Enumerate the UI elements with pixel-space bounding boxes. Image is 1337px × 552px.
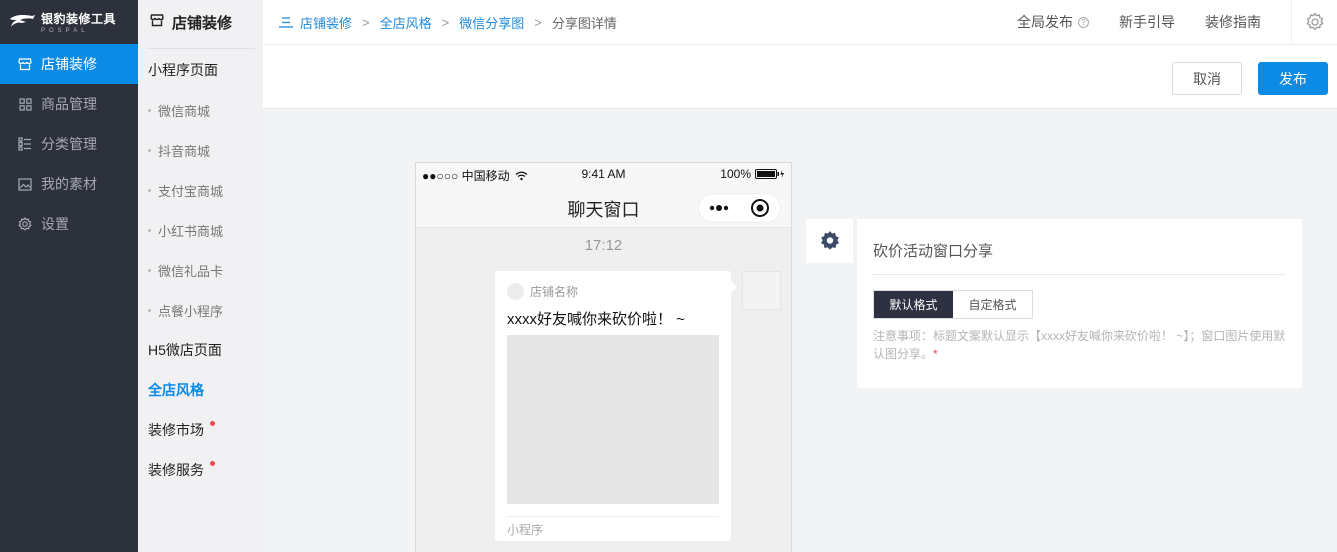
cancel-button[interactable]: 取消	[1172, 62, 1242, 95]
subnav-item-ordering-miniprogram[interactable]: 点餐小程序	[138, 290, 263, 330]
format-segmented-control: 默认格式 自定格式	[873, 290, 1033, 319]
gear-icon	[18, 217, 32, 231]
gear-icon	[1305, 12, 1325, 32]
phone-title-bar: 聊天窗口	[416, 185, 791, 228]
required-mark: *	[933, 347, 938, 361]
store-icon	[18, 57, 32, 71]
top-header: 店铺装修 > 全店风格 > 微信分享图 > 分享图详情 全局发布 ? 新手引导 …	[263, 0, 1337, 44]
component-settings-tab[interactable]	[806, 219, 853, 263]
grid-icon	[18, 97, 32, 111]
panel-note: 注意事项：标题文案默认显示【xxxx好友喊你来砍价啦！ ~】；窗口图片使用默认图…	[873, 329, 1286, 361]
subnav-group-h5[interactable]: H5微店页面	[138, 330, 263, 370]
phone-preview: ●●○○○ 中国移动 9:41 AM 100% 聊天窗口 17:12 店铺名称 …	[415, 162, 792, 552]
phone-status-bar: ●●○○○ 中国移动 9:41 AM 100%	[416, 163, 791, 185]
divider	[873, 274, 1286, 275]
publish-button[interactable]: 发布	[1258, 62, 1328, 95]
action-bar: 取消 发布	[263, 44, 1337, 109]
sub-sidebar: 店铺装修 小程序页面 微信商城 抖音商城 支付宝商城 小红书商城 微信礼品卡 点…	[138, 0, 263, 552]
nav-label: 我的素材	[41, 176, 97, 192]
gear-icon	[818, 229, 842, 253]
shop-avatar	[507, 283, 524, 300]
nav-item-store-decoration[interactable]: 店铺装修	[0, 44, 138, 84]
sender-avatar	[742, 271, 781, 310]
nav-label: 商品管理	[41, 96, 97, 112]
leopard-logo-icon	[10, 15, 35, 27]
sub-sidebar-title: 店铺装修	[138, 0, 263, 44]
battery-level: 100%	[720, 167, 751, 181]
brand-subtitle: POSPAL	[41, 28, 89, 34]
new-badge-dot	[210, 461, 215, 466]
nav-label: 店铺装修	[41, 56, 97, 72]
tab-default-format[interactable]: 默认格式	[874, 291, 953, 318]
nav-item-products[interactable]: 商品管理	[0, 84, 138, 124]
shop-name: 店铺名称	[530, 285, 579, 299]
list-icon	[18, 137, 32, 151]
miniprogram-capsule	[698, 193, 781, 223]
breadcrumb-current: 分享图详情	[551, 15, 617, 31]
nav-label: 设置	[41, 216, 69, 232]
nav-label: 分类管理	[41, 136, 97, 152]
tab-custom-format[interactable]: 自定格式	[953, 291, 1032, 318]
brand-title: 银豹装修工具	[41, 12, 117, 26]
subnav-item-xiaohongshu-mall[interactable]: 小红书商城	[138, 210, 263, 250]
panel-title: 砍价活动窗口分享	[873, 243, 994, 260]
breadcrumb-wechat-share[interactable]: 微信分享图	[459, 13, 524, 32]
settings-button[interactable]	[1291, 0, 1337, 44]
nav-item-settings[interactable]: 设置	[0, 204, 138, 244]
image-icon	[18, 177, 32, 191]
more-button[interactable]	[699, 194, 740, 222]
target-close-icon	[750, 199, 769, 217]
new-badge-dot	[210, 421, 215, 426]
subnav-group-service[interactable]: 装修服务	[138, 450, 263, 490]
menu-lines-icon	[279, 16, 293, 28]
battery-icon	[755, 169, 785, 179]
subnav-group-market[interactable]: 装修市场	[138, 410, 263, 450]
message-timestamp: 17:12	[584, 237, 623, 254]
share-card-image-placeholder	[507, 335, 719, 504]
share-settings-panel: 砍价活动窗口分享 默认格式 自定格式 注意事项：标题文案默认显示【xxxx好友喊…	[857, 219, 1302, 388]
breadcrumb-separator: >	[362, 14, 370, 30]
subnav-item-wechat-mall[interactable]: 微信商城	[138, 90, 263, 130]
close-miniprogram-button[interactable]	[740, 194, 781, 222]
breadcrumb-separator: >	[534, 14, 542, 30]
subnav-item-wechat-gift-card[interactable]: 微信礼品卡	[138, 250, 263, 290]
share-card-footer: 小程序	[507, 516, 719, 538]
subnav-group-miniprogram[interactable]: 小程序页面	[138, 49, 263, 90]
subnav-item-alipay-mall[interactable]: 支付宝商城	[138, 170, 263, 210]
subnav-group-store-style[interactable]: 全店风格	[138, 370, 263, 410]
main-sidebar: 银豹装修工具 POSPAL 店铺装修 商品管理 分类管理 我的素材 设置	[0, 0, 138, 552]
help-icon[interactable]: ?	[1078, 16, 1089, 28]
breadcrumb-store-style[interactable]: 全店风格	[380, 13, 432, 32]
nav-item-categories[interactable]: 分类管理	[0, 124, 138, 164]
publish-all-button[interactable]: 全局发布 ?	[1017, 12, 1089, 32]
manual-link[interactable]: 装修指南	[1205, 12, 1261, 32]
share-card-title: xxxx好友喊你来砍价啦！ ~	[507, 311, 685, 328]
subnav-item-douyin-mall[interactable]: 抖音商城	[138, 130, 263, 170]
nav-item-materials[interactable]: 我的素材	[0, 164, 138, 204]
brand-logo[interactable]: 银豹装修工具 POSPAL	[0, 0, 138, 44]
breadcrumb-store-decoration[interactable]: 店铺装修	[300, 13, 352, 32]
more-dots-icon	[710, 205, 729, 211]
store-icon	[150, 13, 164, 31]
breadcrumb: 店铺装修 > 全店风格 > 微信分享图 > 分享图详情	[263, 13, 617, 32]
guide-link[interactable]: 新手引导	[1119, 12, 1175, 32]
share-card-preview: 店铺名称 xxxx好友喊你来砍价啦！ ~ 小程序	[495, 271, 737, 541]
breadcrumb-separator: >	[441, 14, 450, 30]
